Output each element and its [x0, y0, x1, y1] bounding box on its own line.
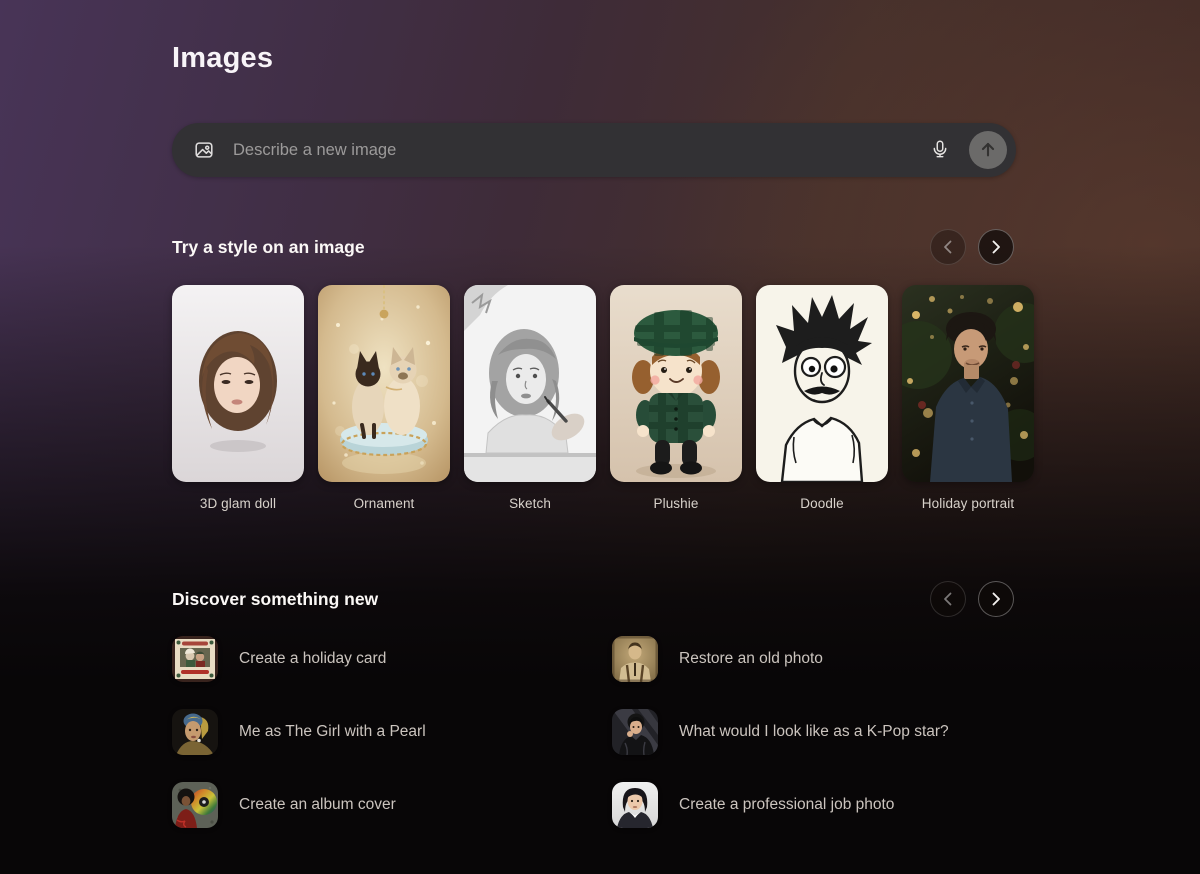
doodle-image — [756, 285, 888, 482]
style-card-ornament[interactable]: Ornament — [318, 285, 450, 511]
style-card-label: Ornament — [318, 496, 450, 511]
style-card-label: Holiday portrait — [902, 496, 1034, 511]
chevron-right-icon — [978, 229, 1014, 265]
microphone-button[interactable] — [925, 135, 955, 165]
discover-section-title: Discover something new — [172, 589, 378, 610]
styles-prev-button[interactable] — [930, 229, 966, 265]
discover-next-button[interactable] — [978, 581, 1014, 617]
ornament-image — [318, 285, 450, 482]
discover-item-label: What would I look like as a K-Pop star? — [679, 723, 949, 741]
discover-item-kpop-star[interactable]: What would I look like as a K-Pop star? — [612, 709, 1034, 755]
image-icon[interactable] — [193, 139, 215, 161]
styles-section-title: Try a style on an image — [172, 237, 365, 258]
submit-button[interactable] — [969, 131, 1007, 169]
kpop-star-thumbnail — [612, 709, 658, 755]
discover-item-album-cover[interactable]: Create an album cover — [172, 782, 612, 828]
style-card-label: 3D glam doll — [172, 496, 304, 511]
discover-item-girl-with-pearl[interactable]: Me as The Girl with a Pearl — [172, 709, 612, 755]
style-card-plushie[interactable]: Plushie — [610, 285, 742, 511]
discover-item-label: Create an album cover — [239, 796, 396, 814]
style-card-sketch[interactable]: Sketch — [464, 285, 596, 511]
sketch-image — [464, 285, 596, 482]
discover-item-label: Me as The Girl with a Pearl — [239, 723, 426, 741]
discover-item-label: Create a professional job photo — [679, 796, 894, 814]
discover-item-holiday-card[interactable]: Create a holiday card — [172, 636, 612, 682]
discover-item-label: Create a holiday card — [239, 650, 386, 668]
image-prompt-bar[interactable] — [172, 123, 1016, 177]
chevron-left-icon — [930, 229, 966, 265]
images-page: Images — [0, 0, 1200, 874]
style-card-holiday-portrait[interactable]: Holiday portrait — [902, 285, 1034, 511]
discover-item-restore-old-photo[interactable]: Restore an old photo — [612, 636, 1034, 682]
page-title: Images — [172, 42, 273, 75]
discover-prev-button[interactable] — [930, 581, 966, 617]
microphone-icon — [929, 138, 951, 163]
discover-list: Create a holiday card — [172, 636, 1034, 828]
style-cards-carousel: 3D glam doll — [172, 285, 1034, 511]
job-photo-thumbnail — [612, 782, 658, 828]
holiday-card-thumbnail — [172, 636, 218, 682]
search-input[interactable] — [233, 123, 925, 177]
plushie-image — [610, 285, 742, 482]
style-card-doodle[interactable]: Doodle — [756, 285, 888, 511]
style-card-label: Doodle — [756, 496, 888, 511]
3d-glam-doll-image — [172, 285, 304, 482]
arrow-up-icon — [977, 138, 999, 163]
discover-item-job-photo[interactable]: Create a professional job photo — [612, 782, 1034, 828]
chevron-right-icon — [978, 581, 1014, 617]
girl-with-pearl-thumbnail — [172, 709, 218, 755]
chevron-left-icon — [930, 581, 966, 617]
album-cover-thumbnail — [172, 782, 218, 828]
old-photo-thumbnail — [612, 636, 658, 682]
style-card-label: Sketch — [464, 496, 596, 511]
style-card-3d-glam-doll[interactable]: 3D glam doll — [172, 285, 304, 511]
discover-item-label: Restore an old photo — [679, 650, 823, 668]
styles-next-button[interactable] — [978, 229, 1014, 265]
style-card-label: Plushie — [610, 496, 742, 511]
holiday-portrait-image — [902, 285, 1034, 482]
